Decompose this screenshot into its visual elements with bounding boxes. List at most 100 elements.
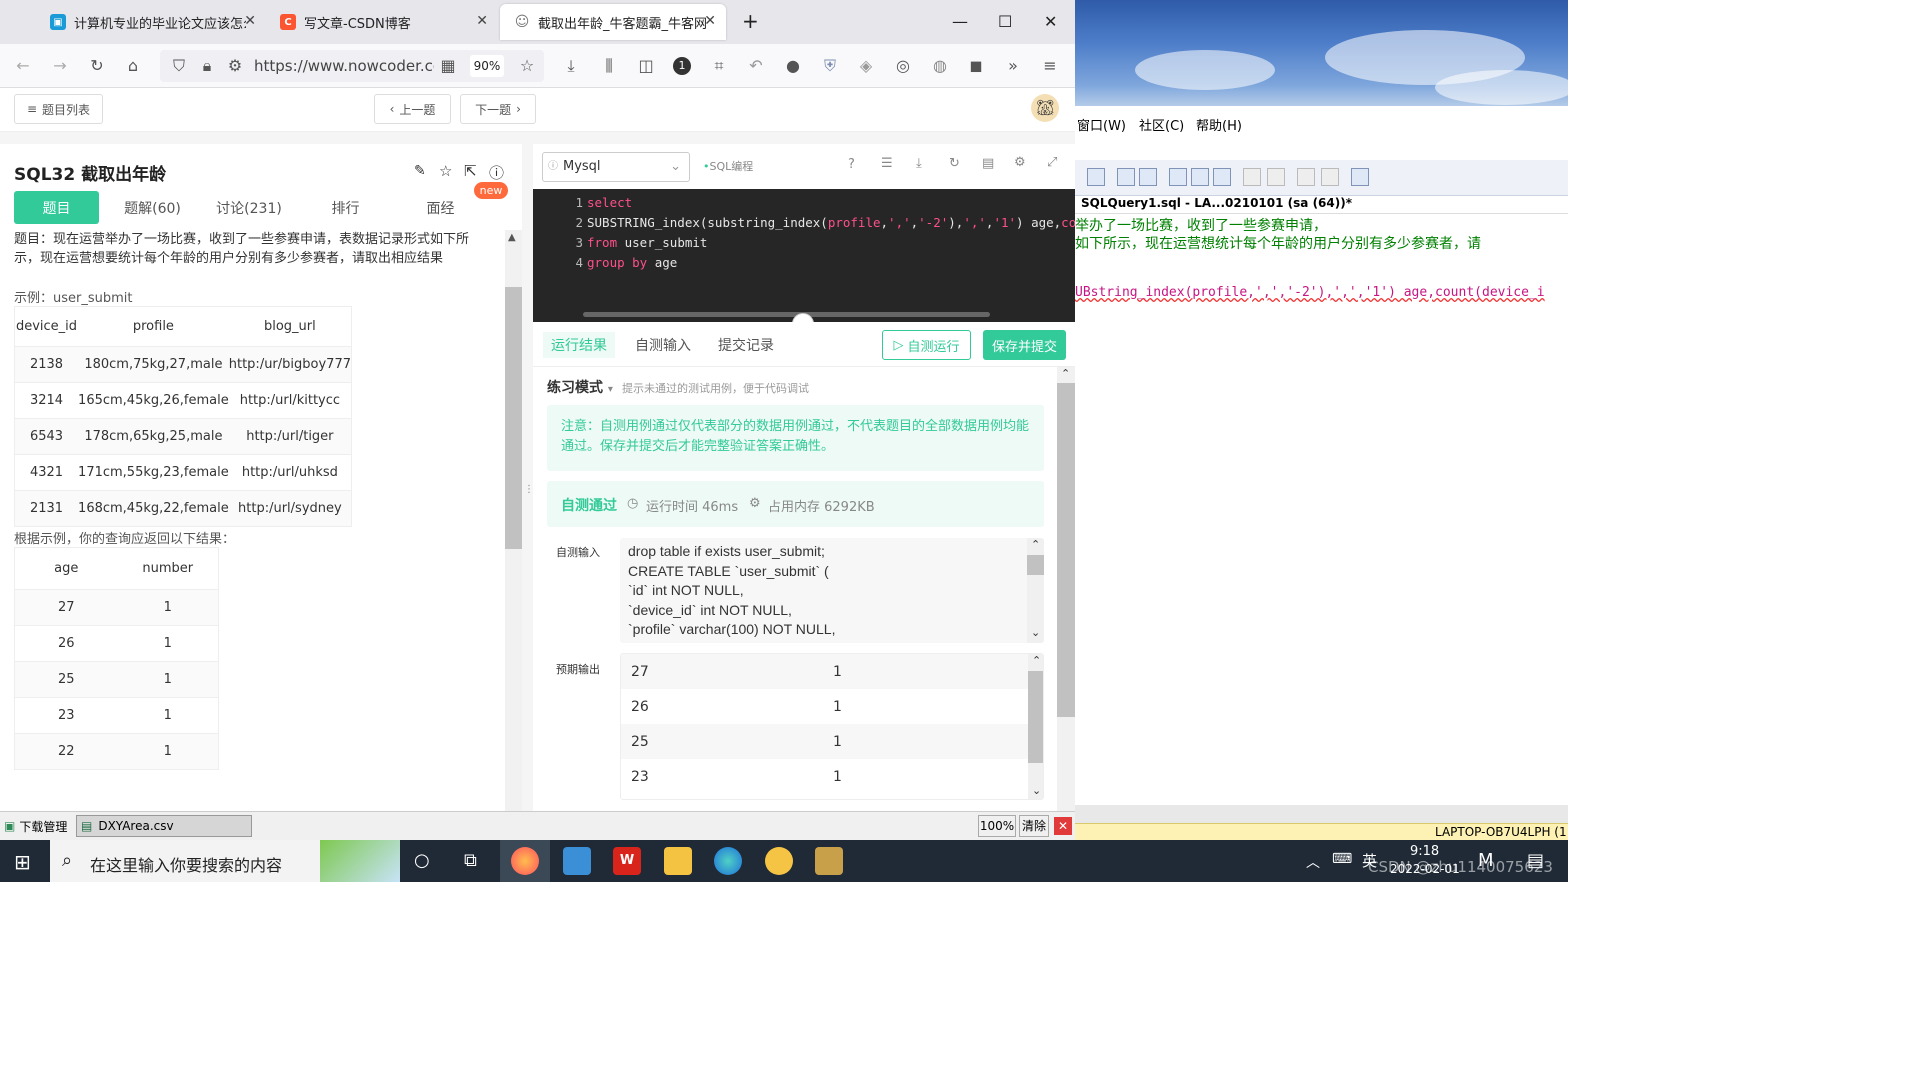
- prev-button[interactable]: ‹ 上一题: [374, 94, 451, 124]
- file-explorer-icon[interactable]: [664, 847, 692, 875]
- share-icon[interactable]: ⇱: [464, 162, 477, 180]
- toolbar-icon[interactable]: [1351, 168, 1369, 186]
- library-icon[interactable]: ⫼: [600, 57, 618, 75]
- next-button[interactable]: 下一题 ›: [460, 94, 536, 124]
- language-select[interactable]: ⓘ Mysql ⌄: [542, 152, 690, 182]
- custom-input-box[interactable]: drop table if exists user_submit; CREATE…: [620, 538, 1044, 643]
- toolbar-icon[interactable]: [1169, 168, 1187, 186]
- scroll-up-icon[interactable]: ▲: [508, 232, 516, 243]
- edit-icon[interactable]: ✎: [414, 163, 426, 179]
- download-icon[interactable]: ⤓: [562, 57, 580, 75]
- scroll-thumb[interactable]: [505, 287, 522, 549]
- task-view-icon[interactable]: ⧉: [464, 850, 477, 871]
- avatar[interactable]: 🐹︎: [1031, 94, 1059, 122]
- scroll-thumb[interactable]: [1027, 555, 1044, 575]
- minimize-icon[interactable]: —: [952, 12, 968, 31]
- extension-badge-icon[interactable]: ◈: [857, 57, 875, 75]
- code-line[interactable]: 1 select: [533, 195, 632, 210]
- url-bar[interactable]: ⛉ 🔒︎ ⚙ https://www.nowcoder.com ▦ 90% ☆: [160, 50, 544, 82]
- keyboard-icon[interactable]: ▤: [982, 156, 994, 171]
- extension-dark-icon[interactable]: ◼: [967, 57, 985, 75]
- tab-submissions[interactable]: 提交记录: [710, 332, 782, 358]
- splitter-handle[interactable]: ⋮: [522, 144, 534, 811]
- horizontal-scrollbar[interactable]: [583, 312, 990, 317]
- taskbar-firefox[interactable]: [500, 840, 550, 882]
- document-tab[interactable]: SQLQuery1.sql - LA...0210101 (sa (64))*: [1081, 196, 1352, 210]
- toolbar-icon[interactable]: [1297, 168, 1315, 186]
- tab-interview[interactable]: 面经: [398, 191, 483, 224]
- scroll-up-icon[interactable]: ⌃: [1031, 538, 1040, 551]
- close-icon[interactable]: ✕: [476, 13, 488, 29]
- tab-thesis[interactable]: ▣ 计算机专业的毕业论文应该怎么 ✕: [36, 4, 266, 40]
- forward-icon[interactable]: →: [51, 57, 69, 75]
- tab-solutions[interactable]: 题解(60): [110, 191, 195, 224]
- menu-window[interactable]: 窗口(W): [1077, 115, 1126, 134]
- url-text[interactable]: https://www.nowcoder.com: [254, 57, 434, 75]
- overflow-icon[interactable]: »: [1004, 57, 1022, 75]
- save-icon[interactable]: [1087, 168, 1105, 186]
- ssms-icon[interactable]: [815, 847, 843, 875]
- lock-icon[interactable]: 🔒︎: [198, 57, 216, 75]
- scroll-up-icon[interactable]: ⌃: [1061, 367, 1070, 380]
- list-icon[interactable]: ☰: [881, 156, 893, 171]
- back-icon[interactable]: ←: [14, 57, 32, 75]
- wps-icon[interactable]: W: [613, 847, 641, 875]
- new-tab-icon[interactable]: +: [742, 9, 759, 33]
- cortana-icon[interactable]: ○: [414, 850, 430, 871]
- close-window-icon[interactable]: ✕: [1044, 12, 1057, 31]
- star-icon[interactable]: ☆: [439, 162, 452, 180]
- settings-icon[interactable]: ⚙: [1014, 155, 1026, 170]
- sidebar-icon[interactable]: ◫: [637, 57, 655, 75]
- result-scrollbar[interactable]: ⌃: [1057, 367, 1075, 811]
- toolbar-icon[interactable]: [1213, 168, 1231, 186]
- tray-chevron-icon[interactable]: ︿: [1306, 852, 1320, 872]
- extension-circle-icon[interactable]: ◎: [894, 57, 912, 75]
- problem-list-button[interactable]: ≡ 题目列表: [14, 94, 103, 124]
- scroll-thumb[interactable]: [1057, 383, 1075, 717]
- self-test-button[interactable]: ▷ 自测运行: [882, 330, 971, 360]
- tab-csdn[interactable]: C 写文章-CSDN博客 ✕: [266, 4, 498, 40]
- clock-time[interactable]: 9:18: [1410, 844, 1439, 859]
- menu-help[interactable]: 帮助(H): [1196, 115, 1242, 134]
- windows-start-icon[interactable]: ⊞: [14, 850, 31, 874]
- close-icon[interactable]: ✕: [704, 13, 716, 29]
- zoom-level[interactable]: 90%: [470, 55, 504, 77]
- download-icon[interactable]: ⤓: [916, 156, 922, 171]
- clear-button[interactable]: 清除: [1019, 815, 1049, 837]
- code-line[interactable]: 4 group by age: [533, 255, 677, 270]
- save-submit-button[interactable]: 保存并提交: [983, 330, 1066, 360]
- toolbar-icon[interactable]: [1139, 168, 1157, 186]
- taskbar-search[interactable]: ⌕ 在这里输入你要搜索的内容: [50, 840, 400, 882]
- toolbar-icon[interactable]: [1267, 168, 1285, 186]
- toolbar-icon[interactable]: [1117, 168, 1135, 186]
- tab-discussion[interactable]: 讨论(231): [205, 191, 293, 224]
- code-line[interactable]: 3 from user_submit: [533, 235, 707, 250]
- help-icon[interactable]: ?: [848, 157, 855, 172]
- qr-code-icon[interactable]: ▦: [439, 57, 457, 75]
- app-icon[interactable]: [765, 847, 793, 875]
- refresh-icon[interactable]: ↻: [949, 156, 960, 171]
- scroll-thumb[interactable]: [1028, 671, 1043, 763]
- onepassword-icon[interactable]: 1: [673, 57, 691, 75]
- tab-run-result[interactable]: 运行结果: [543, 332, 615, 358]
- tab-ranking[interactable]: 排行: [303, 191, 388, 224]
- reload-icon[interactable]: ↻: [88, 57, 106, 75]
- toolbar-icon[interactable]: [1243, 168, 1261, 186]
- crop-icon[interactable]: ⌗: [710, 57, 728, 75]
- tab-nowcoder[interactable]: ☺ 截取出年龄_牛客题霸_牛客网 ✕: [500, 4, 726, 40]
- globe-icon[interactable]: ◍: [931, 57, 949, 75]
- close-icon[interactable]: ✕: [244, 13, 256, 29]
- toolbar-icon[interactable]: [1321, 168, 1339, 186]
- keyboard-icon[interactable]: ⌨: [1332, 851, 1352, 867]
- extension-color-icon[interactable]: ●: [784, 57, 802, 75]
- permissions-icon[interactable]: ⚙: [226, 57, 244, 75]
- shield-icon[interactable]: ⛉: [170, 57, 188, 75]
- left-scrollbar[interactable]: ▲: [505, 230, 522, 811]
- tab-custom-input[interactable]: 自测输入: [627, 332, 699, 358]
- bookmark-star-icon[interactable]: ☆: [518, 57, 536, 75]
- download-file-item[interactable]: ▤ DXYArea.csv: [76, 815, 252, 837]
- menu-community[interactable]: 社区(C): [1139, 115, 1184, 134]
- fullscreen-icon[interactable]: ⤢: [1047, 155, 1057, 170]
- download-zoom[interactable]: 100%: [978, 815, 1016, 837]
- undo-icon[interactable]: ↶: [747, 57, 765, 75]
